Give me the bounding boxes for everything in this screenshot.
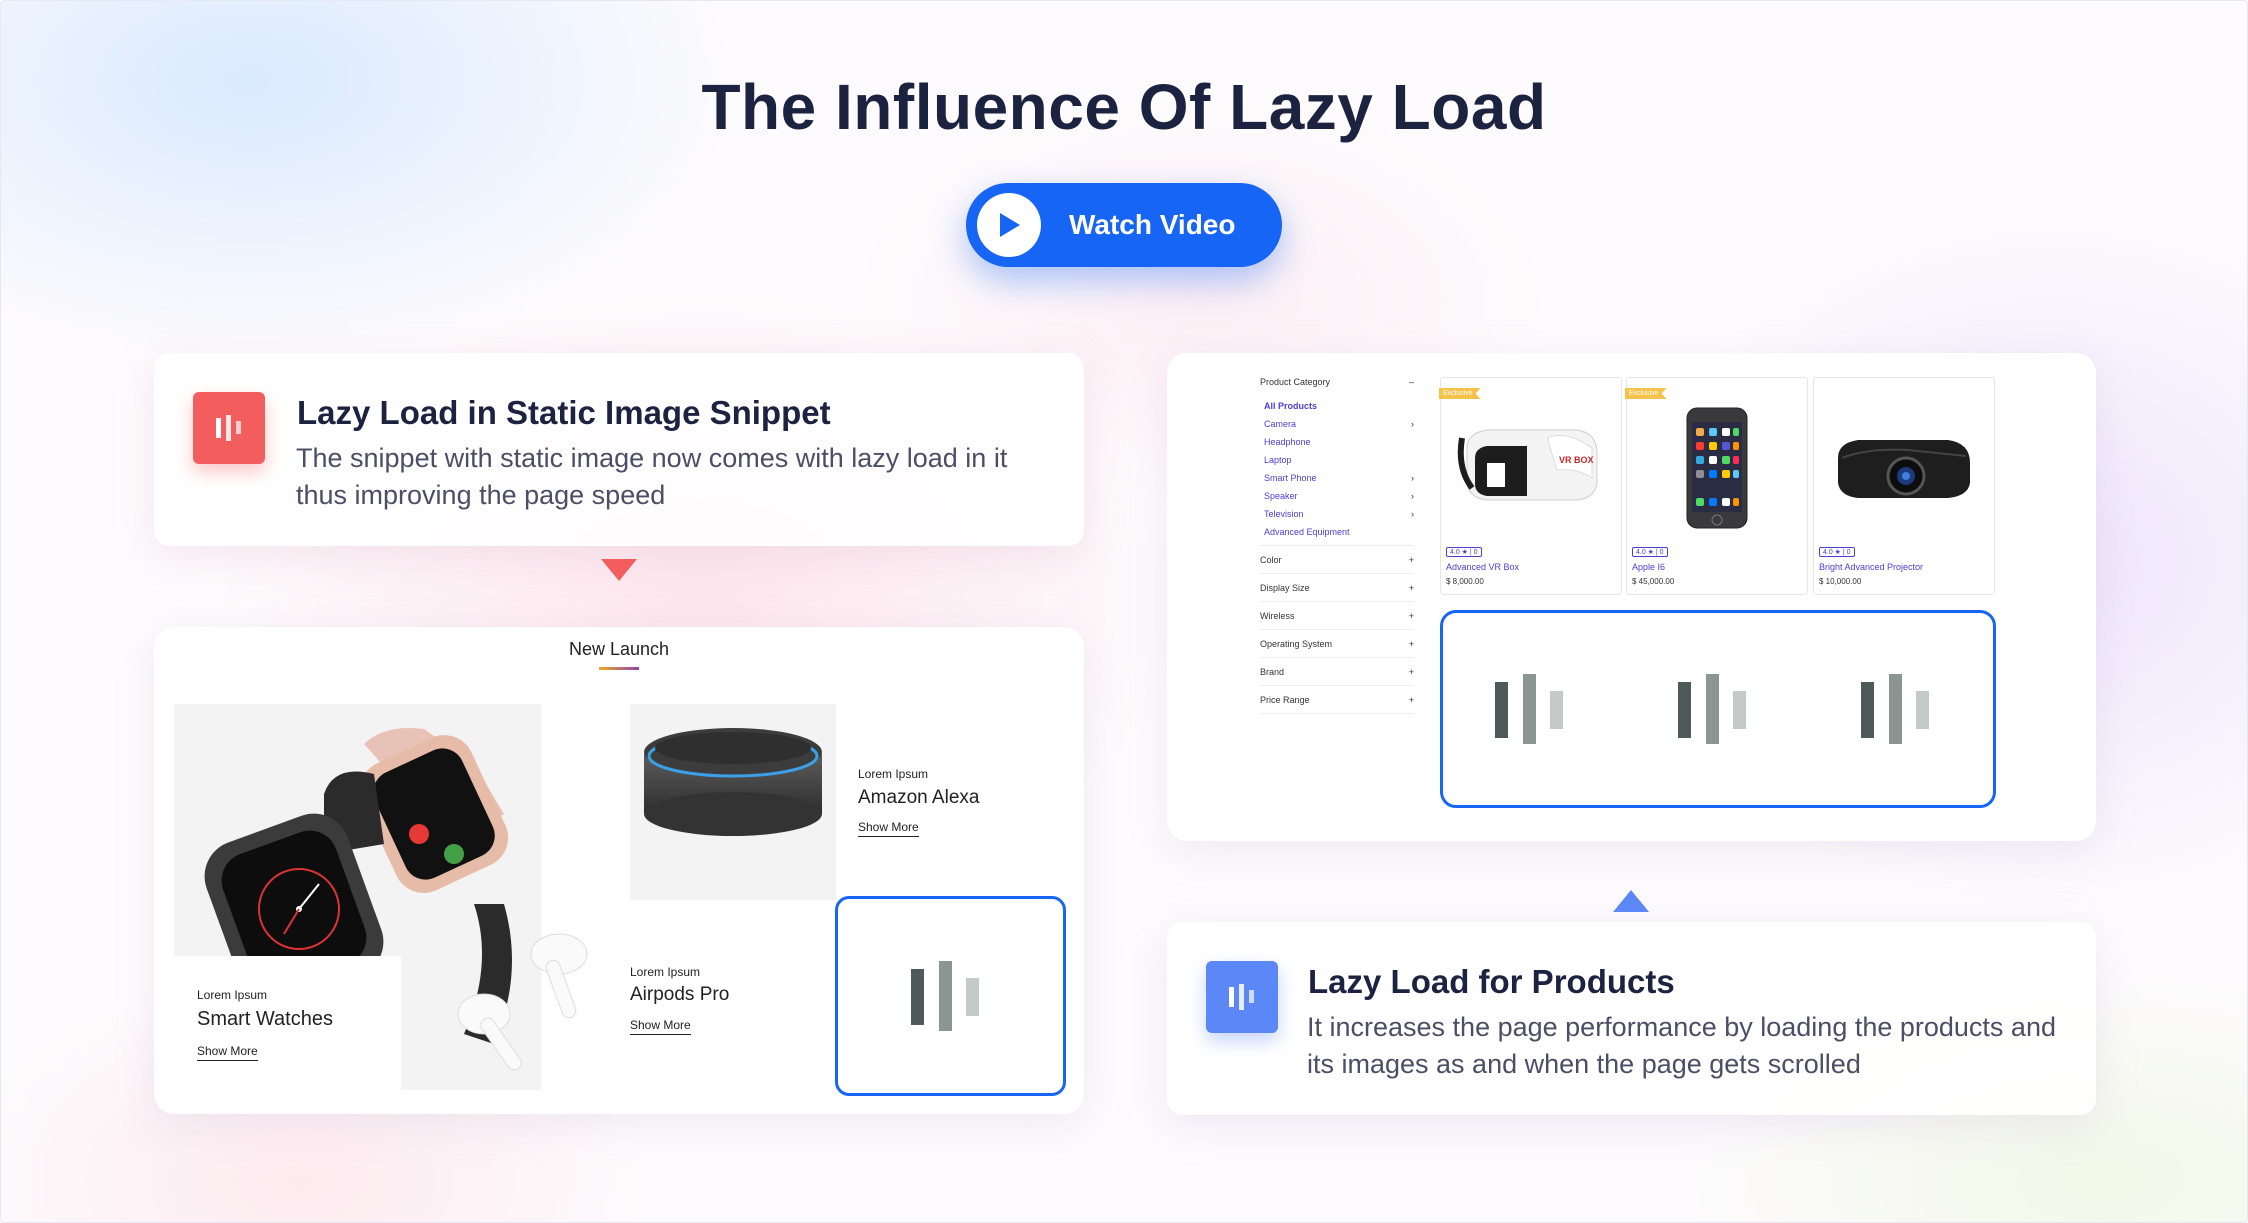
amazon-alexa-kicker: Lorem Ipsum: [858, 767, 929, 781]
filter-label: Brand: [1260, 666, 1285, 677]
chevron-right-icon: ›: [1411, 509, 1414, 519]
lazy-products-placeholder: [1440, 610, 1996, 808]
arrow-down-icon: [601, 559, 637, 586]
smart-watches-caption: Lorem Ipsum Smart Watches Show More: [174, 956, 401, 1090]
category-advanced-equipment[interactable]: Advanced Equipment: [1264, 523, 1414, 541]
category-speaker[interactable]: Speaker ›: [1264, 487, 1414, 505]
category-label: Laptop: [1264, 455, 1292, 465]
airpods-name: Airpods Pro: [630, 984, 730, 1005]
filter-wireless[interactable]: Wireless +: [1260, 602, 1414, 630]
lazy-image-placeholder: [835, 896, 1066, 1096]
airpods-show-more-link[interactable]: Show More: [630, 1018, 691, 1035]
amazon-alexa-name: Amazon Alexa: [858, 787, 980, 808]
category-label: Television: [1264, 509, 1304, 519]
amazon-alexa-show-more-link[interactable]: Show More: [858, 820, 919, 837]
airpods-kicker: Lorem Ipsum: [630, 965, 701, 979]
watch-video-label: Watch Video: [1069, 209, 1236, 240]
filter-color[interactable]: Color +: [1260, 546, 1414, 574]
loading-bars-icon: [1861, 674, 1941, 744]
lazy-load-icon: [1206, 961, 1278, 1033]
loading-bars-icon: [1677, 674, 1758, 744]
plus-icon: +: [1408, 694, 1414, 705]
chevron-right-icon: ›: [1411, 419, 1414, 429]
product-card[interactable]: 4.0 ★ | 0 Bright Advanced Projector $ 10…: [1813, 377, 1995, 595]
category-label: Advanced Equipment: [1264, 527, 1350, 537]
product-name[interactable]: Advanced VR Box: [1446, 562, 1519, 572]
smart-watches-kicker: Lorem Ipsum: [197, 988, 268, 1002]
plus-icon: +: [1408, 666, 1414, 677]
watch-video-button[interactable]: Watch Video: [966, 183, 1282, 267]
product-category-header[interactable]: Product Category –: [1260, 377, 1414, 393]
category-label: Speaker: [1264, 491, 1298, 501]
category-label: Camera: [1264, 419, 1297, 429]
exclusive-badge: Exclusive: [1439, 388, 1481, 399]
rating-badge: 4.0 ★ | 0: [1632, 547, 1668, 557]
products-lazy-info-card: Lazy Load for Products It increases the …: [1167, 922, 2096, 1115]
play-icon: [977, 193, 1041, 257]
lazy-load-icon: [193, 392, 265, 464]
static-snippet-description: The snippet with static image now comes …: [296, 443, 1008, 510]
product-price: $ 8,000.00: [1446, 577, 1484, 586]
product-price: $ 45,000.00: [1632, 577, 1675, 586]
category-all-products[interactable]: All Products: [1264, 397, 1414, 415]
category-label: Smart Phone: [1264, 473, 1317, 483]
product-price: $ 10,000.00: [1819, 577, 1862, 586]
plus-icon: +: [1408, 582, 1414, 593]
category-television[interactable]: Television ›: [1264, 505, 1414, 523]
plus-icon: +: [1408, 554, 1414, 565]
product-card[interactable]: Exclusive VR BOX 4.0 ★ | 0 Advanced VR B…: [1439, 377, 1622, 595]
amazon-alexa-image: [630, 704, 836, 900]
products-listing-card: Product Category – All Products Camera › …: [1167, 353, 2096, 841]
smart-watches-image: Lorem Ipsum Smart Watches Show More: [174, 704, 588, 1090]
filter-label: Operating System: [1260, 638, 1333, 649]
filter-label: Wireless: [1260, 610, 1295, 621]
static-snippet-info-card: Lazy Load in Static Image Snippet The sn…: [154, 353, 1084, 546]
category-list: All Products Camera › Headphone Laptop Sm…: [1260, 397, 1414, 541]
page-title: The Influence Of Lazy Load: [701, 71, 1547, 143]
category-label: All Products: [1264, 401, 1318, 411]
filter-label: Color: [1260, 554, 1282, 565]
category-headphone[interactable]: Headphone: [1264, 433, 1414, 451]
plus-icon: +: [1408, 638, 1414, 649]
plus-icon: +: [1408, 610, 1414, 621]
filter-operating-system[interactable]: Operating System +: [1260, 630, 1414, 658]
static-snippet-title: Lazy Load in Static Image Snippet: [297, 394, 831, 431]
category-camera[interactable]: Camera ›: [1264, 415, 1414, 433]
product-filter-sidebar: Product Category – All Products Camera › …: [1260, 377, 1414, 714]
chevron-right-icon: ›: [1411, 491, 1414, 501]
category-laptop[interactable]: Laptop: [1264, 451, 1414, 469]
title-underline: [599, 667, 639, 670]
rating-badge: 4.0 ★ | 0: [1819, 547, 1855, 557]
rating-badge: 4.0 ★ | 0: [1446, 547, 1482, 557]
projector-image: [1828, 428, 1978, 513]
filter-display-size[interactable]: Display Size +: [1260, 574, 1414, 602]
svg-text:VR BOX: VR BOX: [1559, 455, 1594, 465]
arrow-up-icon: [1613, 890, 1649, 917]
smart-watches-show-more-link[interactable]: Show More: [197, 1044, 258, 1061]
products-lazy-title: Lazy Load for Products: [1308, 963, 1675, 1000]
iphone-image: [1685, 406, 1749, 535]
category-smart-phone[interactable]: Smart Phone ›: [1264, 469, 1414, 487]
collapse-icon: –: [1408, 377, 1414, 387]
product-name[interactable]: Bright Advanced Projector: [1819, 562, 1923, 572]
product-category-heading: Product Category: [1260, 377, 1331, 387]
filter-label: Price Range: [1260, 694, 1310, 705]
filter-brand[interactable]: Brand +: [1260, 658, 1414, 686]
product-card[interactable]: Exclusive 4.0 ★ | 0 Apple I6 $ 45,000.00: [1625, 377, 1808, 595]
new-launch-snippet: New Launch Lorem Ipsum Smart Watches Sho…: [154, 627, 1084, 1114]
products-lazy-description: It increases the page performance by loa…: [1307, 1012, 2056, 1079]
vr-box-image: VR BOX: [1457, 408, 1607, 523]
category-label: Headphone: [1264, 437, 1311, 447]
chevron-right-icon: ›: [1411, 473, 1414, 483]
loading-bars-icon: [910, 961, 991, 1031]
filter-label: Display Size: [1260, 582, 1310, 593]
smart-watches-name: Smart Watches: [197, 1008, 333, 1030]
exclusive-badge: Exclusive: [1625, 388, 1667, 399]
loading-bars-icon: [1494, 674, 1575, 744]
new-launch-title: New Launch: [568, 639, 670, 659]
product-name[interactable]: Apple I6: [1632, 562, 1665, 572]
filter-price-range[interactable]: Price Range +: [1260, 686, 1414, 714]
